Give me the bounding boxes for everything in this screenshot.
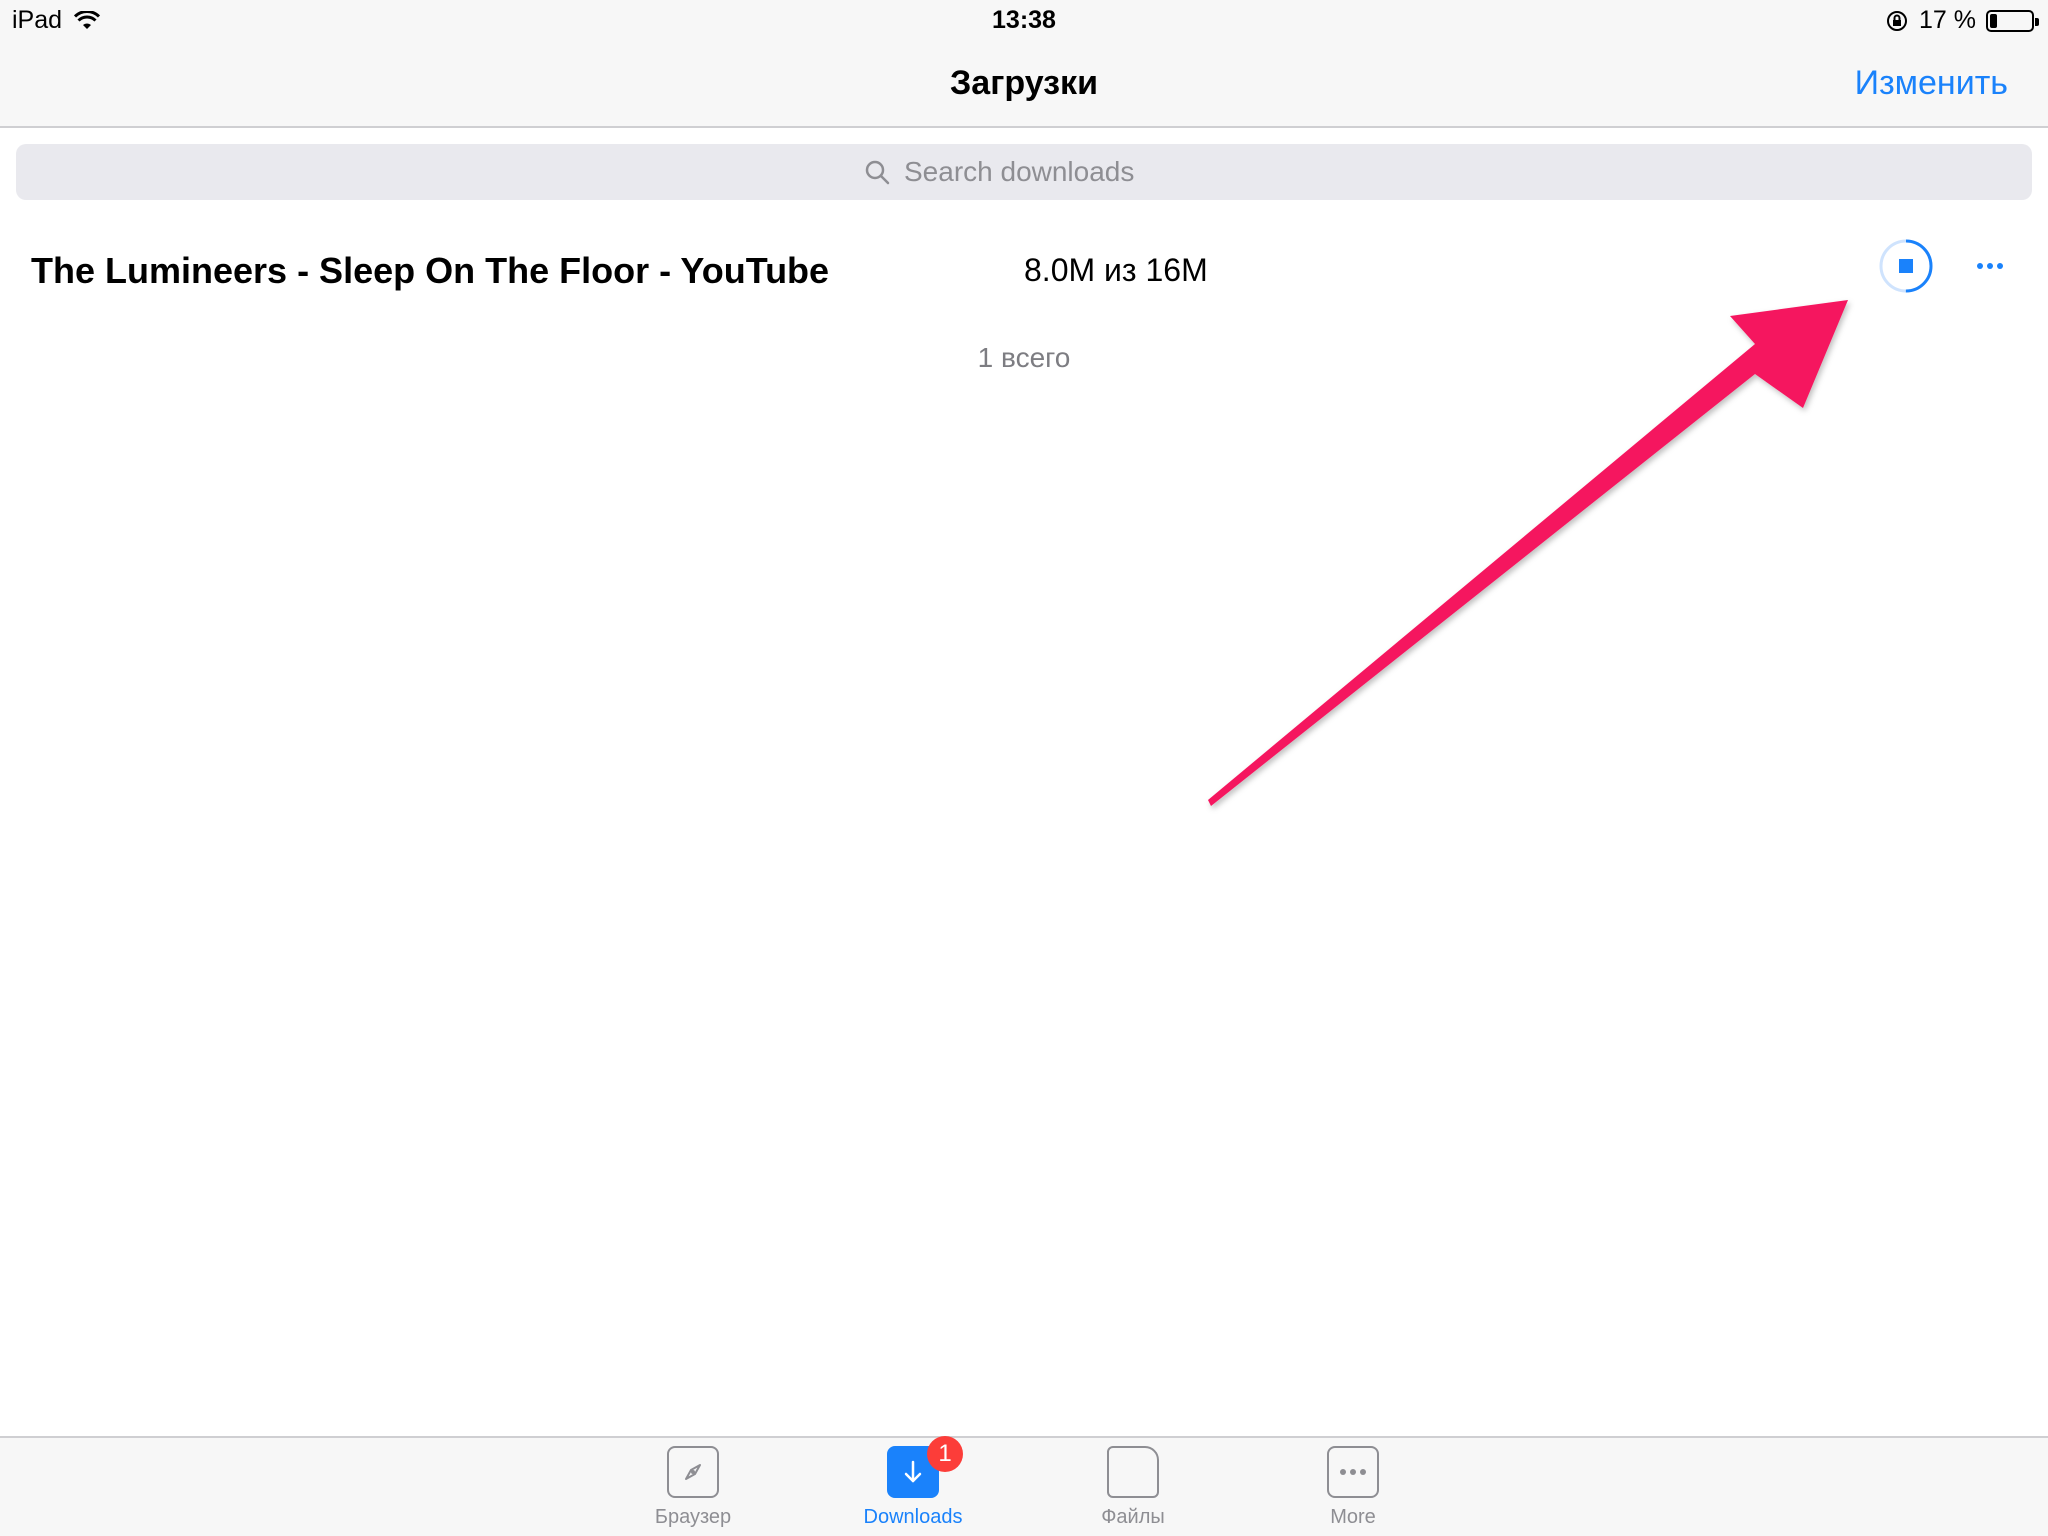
page-title: Загрузки [950,64,1098,102]
download-arrow-icon: 1 [887,1436,963,1498]
tab-label: Файлы [1101,1506,1165,1528]
tab-more[interactable]: More [1273,1446,1433,1536]
compass-icon [667,1446,719,1498]
tab-label: Браузер [654,1506,732,1528]
tab-bar: Браузер 1 Downloads Файлы More [0,1436,2048,1536]
stop-download-button[interactable] [1878,238,1934,294]
tab-files[interactable]: Файлы [1053,1446,1213,1536]
more-icon [1327,1446,1379,1498]
stop-icon [1899,259,1913,273]
battery-fill [1990,13,1997,28]
more-options-button[interactable] [1970,250,2010,282]
annotation-arrow-icon [1208,300,1848,806]
dot-icon [1997,263,2003,269]
status-bar: iPad 13:38 17 % [0,0,2048,40]
file-icon [1107,1446,1159,1498]
search-icon [865,160,890,185]
clock: 13:38 [992,6,1056,34]
battery-tip [2035,17,2039,26]
search-input[interactable] [904,156,1184,188]
screen: iPad 13:38 17 % Загрузки Изменить Search… [0,0,2048,1536]
tab-label: More [1330,1506,1376,1528]
tab-browser[interactable]: Браузер [613,1446,773,1536]
navigation-bar: Загрузки Изменить [0,40,2048,128]
battery-icon [1986,9,2039,32]
tab-label: Downloads [863,1506,963,1528]
rotation-lock-icon [1887,10,1908,31]
download-title: The Lumineers - Sleep On The Floor - You… [31,250,830,291]
status-right: 17 % [1885,6,2039,35]
dot-icon [1987,263,1993,269]
battery-percent: 17 % [1919,6,1976,34]
edit-button[interactable]: Изменить [1855,64,2008,103]
dot-icon [1977,263,1983,269]
search-bar[interactable] [16,144,2032,200]
notification-badge: 1 [927,1436,963,1472]
tab-downloads[interactable]: 1 Downloads [833,1436,993,1536]
